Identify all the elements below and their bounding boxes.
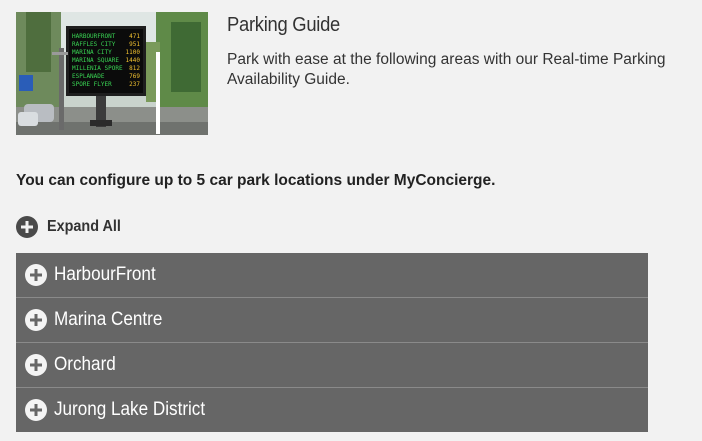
expand-all-label: Expand All [47, 218, 121, 235]
car-park-accordion: HarbourFront Marina Centre Orchard Juron… [16, 253, 648, 432]
sign-line-value: 951 [129, 41, 140, 48]
sign-line-name: MARINA CITY [72, 49, 112, 56]
accordion-item-jurong-lake-district[interactable]: Jurong Lake District [16, 388, 648, 432]
expand-all-button[interactable]: Expand All [16, 216, 129, 238]
accordion-item-harbourfront[interactable]: HarbourFront [16, 253, 648, 298]
accordion-item-label: Marina Centre [54, 309, 163, 330]
sign-line-name: ESPLANADE [72, 73, 105, 80]
sign-line-value: 1100 [126, 49, 141, 56]
accordion-item-marina-centre[interactable]: Marina Centre [16, 298, 648, 343]
sign-line-value: 812 [129, 65, 140, 72]
accordion-item-orchard[interactable]: Orchard [16, 343, 648, 388]
sign-line-value: 1440 [126, 57, 141, 64]
configure-notice: You can configure up to 5 car park locat… [16, 172, 496, 189]
sign-line-name: MILLENIA SPORE [72, 65, 123, 72]
plus-circle-icon [25, 309, 47, 331]
plus-circle-icon [25, 399, 47, 421]
sign-line-value: 471 [129, 33, 140, 40]
sign-line-name: MARINA SQUARE [72, 57, 119, 64]
plus-circle-icon [25, 264, 47, 286]
sign-line-name: SPORE FLYER [72, 81, 112, 88]
sign-line-value: 769 [129, 73, 140, 80]
sign-line-name: RAFFLES CITY [72, 41, 116, 48]
page-title: Parking Guide [227, 14, 341, 36]
sign-line-name: HARBOURFRONT [72, 33, 116, 40]
accordion-item-label: Jurong Lake District [54, 399, 206, 420]
accordion-item-label: Orchard [54, 354, 116, 375]
plus-circle-icon [25, 354, 47, 376]
accordion-item-label: HarbourFront [54, 264, 156, 285]
plus-circle-icon [16, 216, 38, 238]
sign-line-value: 237 [129, 81, 140, 88]
page-description: Park with ease at the following areas wi… [227, 51, 666, 88]
parking-sign-image: HARBOURFRONT 471 RAFFLES CITY 951 MARINA CIT… [16, 12, 208, 135]
